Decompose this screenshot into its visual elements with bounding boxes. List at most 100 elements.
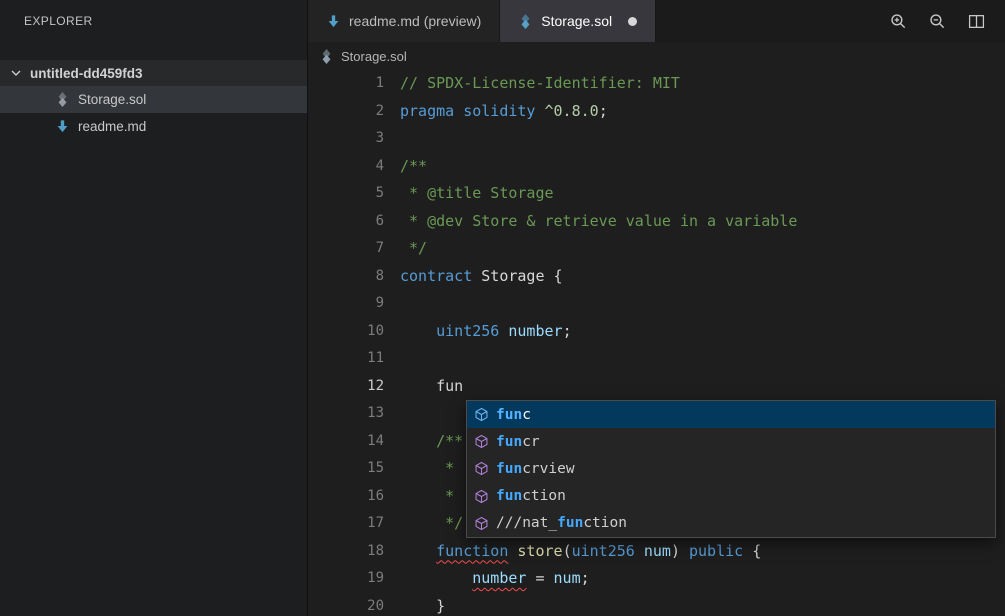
code-line: 19 number = num; xyxy=(308,565,1005,593)
breadcrumb-file: Storage.sol xyxy=(341,49,407,64)
line-content[interactable]: * @dev Store & retrieve value in a varia… xyxy=(384,208,797,236)
suggestion-nat-function[interactable]: ///nat_function xyxy=(467,510,995,537)
breadcrumb[interactable]: Storage.sol xyxy=(308,42,1005,70)
line-number: 3 xyxy=(308,125,384,153)
line-number: 1 xyxy=(308,70,384,98)
code-line: 5 * @title Storage xyxy=(308,180,1005,208)
suggestion-func[interactable]: func xyxy=(467,401,995,428)
line-content[interactable]: /** xyxy=(384,428,463,456)
line-number: 13 xyxy=(308,400,384,428)
line-number: 4 xyxy=(308,153,384,181)
code-line: 1// SPDX-License-Identifier: MIT xyxy=(308,70,1005,98)
line-content[interactable]: contract Storage { xyxy=(384,263,563,291)
suggestion-funcr[interactable]: funcr xyxy=(467,428,995,455)
code-line: 3 xyxy=(308,125,1005,153)
suggestion-label: ///nat_function xyxy=(496,515,627,531)
code-line: 4/** xyxy=(308,153,1005,181)
code-line: 18 function store(uint256 num) public { xyxy=(308,538,1005,566)
line-number: 7 xyxy=(308,235,384,263)
tab-bar: readme.md (preview) Storage.sol xyxy=(308,0,1005,42)
app-window: EXPLORER untitled-dd459fd3 Storage.solre… xyxy=(0,0,1005,616)
code-line: 2pragma solidity ^0.8.0; xyxy=(308,98,1005,126)
line-number: 15 xyxy=(308,455,384,483)
explorer-header: EXPLORER xyxy=(0,0,307,46)
line-content[interactable]: } xyxy=(384,593,445,616)
line-content[interactable] xyxy=(384,125,400,153)
line-content[interactable]: number = num; xyxy=(384,565,590,593)
tab-label: readme.md (preview) xyxy=(349,13,481,29)
line-content[interactable]: * xyxy=(384,483,454,511)
line-content[interactable]: function store(uint256 num) public { xyxy=(384,538,761,566)
file-name: Storage.sol xyxy=(78,92,146,107)
line-number: 2 xyxy=(308,98,384,126)
cube-icon xyxy=(474,407,489,422)
markdown-icon xyxy=(326,14,341,29)
zoom-in-icon[interactable] xyxy=(890,13,907,30)
code-line: 8contract Storage { xyxy=(308,263,1005,291)
file-item-storage-sol[interactable]: Storage.sol xyxy=(0,86,307,113)
line-number: 6 xyxy=(308,208,384,236)
code-line: 11 xyxy=(308,345,1005,373)
line-content[interactable] xyxy=(384,290,400,318)
suggestion-label: function xyxy=(496,488,566,504)
line-number: 5 xyxy=(308,180,384,208)
file-item-readme-md[interactable]: readme.md xyxy=(0,113,307,140)
line-number: 16 xyxy=(308,483,384,511)
code-line: 10 uint256 number; xyxy=(308,318,1005,346)
tab-storage-sol[interactable]: Storage.sol xyxy=(500,0,656,42)
line-content[interactable]: * @title Storage xyxy=(384,180,554,208)
split-editor-icon[interactable] xyxy=(968,13,985,30)
explorer-title: EXPLORER xyxy=(24,14,93,28)
chevron-down-icon xyxy=(8,65,24,81)
line-content[interactable]: */ xyxy=(384,510,463,538)
suggestion-label: func xyxy=(496,407,531,423)
line-content[interactable]: uint256 number; xyxy=(384,318,572,346)
file-name: readme.md xyxy=(78,119,146,134)
markdown-icon xyxy=(55,119,70,134)
editor-area: readme.md (preview) Storage.sol Storage.s… xyxy=(308,0,1005,616)
code-line: 7 */ xyxy=(308,235,1005,263)
solidity-icon xyxy=(319,49,334,64)
line-number: 9 xyxy=(308,290,384,318)
line-content[interactable]: * xyxy=(384,455,454,483)
line-number: 19 xyxy=(308,565,384,593)
suggestion-label: funcrview xyxy=(496,461,575,477)
line-number: 20 xyxy=(308,593,384,616)
suggestion-label: funcr xyxy=(496,434,540,450)
tabs: readme.md (preview) Storage.sol xyxy=(308,0,656,42)
tab-label: Storage.sol xyxy=(541,13,612,29)
suggestion-funcrview[interactable]: funcrview xyxy=(467,455,995,482)
file-list: Storage.sol readme.md xyxy=(0,86,307,140)
cube-icon xyxy=(474,434,489,449)
line-content[interactable]: fun xyxy=(384,373,463,401)
line-number: 8 xyxy=(308,263,384,291)
line-number: 12 xyxy=(308,373,384,401)
editor-actions xyxy=(890,0,1005,42)
code-line: 12 fun xyxy=(308,373,1005,401)
line-content[interactable]: pragma solidity ^0.8.0; xyxy=(384,98,608,126)
workspace-name: untitled-dd459fd3 xyxy=(30,66,143,81)
line-content[interactable]: */ xyxy=(384,235,427,263)
solidity-icon xyxy=(518,14,533,29)
cube-icon xyxy=(474,489,489,504)
line-content[interactable] xyxy=(384,345,400,373)
line-content[interactable] xyxy=(384,400,400,428)
code-line: 9 xyxy=(308,290,1005,318)
line-number: 18 xyxy=(308,538,384,566)
zoom-out-icon[interactable] xyxy=(929,13,946,30)
line-content[interactable]: // SPDX-License-Identifier: MIT xyxy=(384,70,680,98)
suggestion-function[interactable]: function xyxy=(467,483,995,510)
code-line: 6 * @dev Store & retrieve value in a var… xyxy=(308,208,1005,236)
solidity-icon xyxy=(55,92,70,107)
suggest-widget: func funcr funcrview function ///nat_functio… xyxy=(466,400,996,538)
cube-icon xyxy=(474,461,489,476)
tab-readme-md-preview[interactable]: readme.md (preview) xyxy=(308,0,500,42)
workspace-folder[interactable]: untitled-dd459fd3 xyxy=(0,60,307,86)
explorer-sidebar: EXPLORER untitled-dd459fd3 Storage.sol re… xyxy=(0,0,308,616)
line-number: 17 xyxy=(308,510,384,538)
code-line: 20 } xyxy=(308,593,1005,616)
line-content[interactable]: /** xyxy=(384,153,427,181)
unsaved-dot[interactable] xyxy=(628,17,637,26)
code-editor[interactable]: 1// SPDX-License-Identifier: MIT2pragma … xyxy=(308,70,1005,616)
line-number: 11 xyxy=(308,345,384,373)
